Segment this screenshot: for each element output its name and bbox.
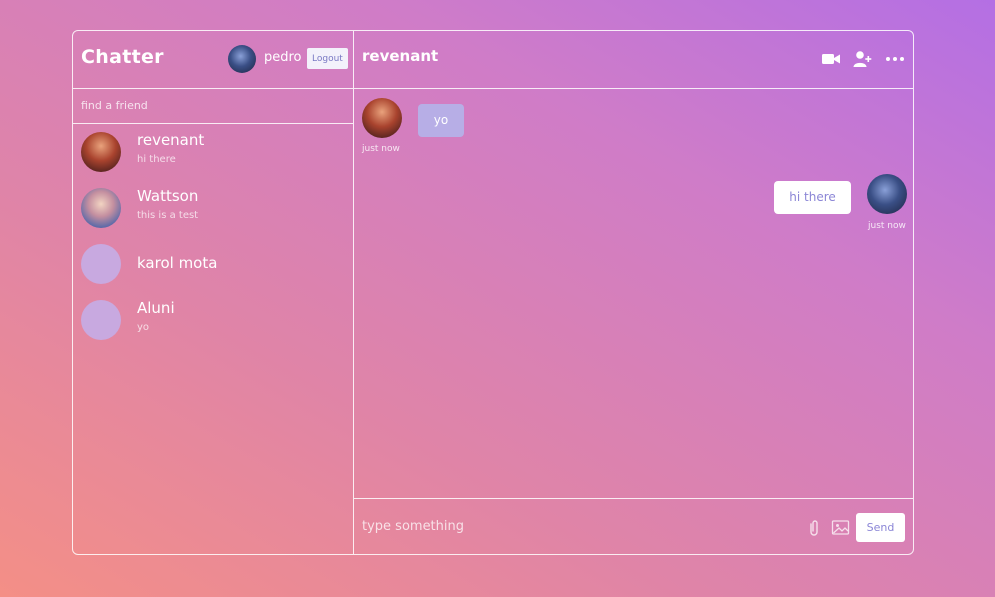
contact-name: revenant bbox=[362, 47, 439, 65]
sidebar-header: Chatter pedro Logout bbox=[73, 31, 353, 89]
chat-name: Wattson bbox=[137, 187, 199, 205]
avatar bbox=[867, 174, 907, 214]
search-bar bbox=[73, 89, 353, 124]
chat-name: Aluni bbox=[137, 299, 175, 317]
logout-button[interactable]: Logout bbox=[307, 48, 348, 69]
avatar bbox=[81, 188, 121, 228]
avatar bbox=[81, 300, 121, 340]
app-logo-text: Chatter bbox=[81, 46, 164, 68]
chat-list-item-aluni[interactable]: Aluni yo bbox=[73, 292, 353, 348]
avatar bbox=[81, 132, 121, 172]
sidebar: Chatter pedro Logout revenant hi there W… bbox=[73, 31, 354, 554]
chat-last-message: yo bbox=[137, 322, 150, 333]
incoming-message-bubble: yo bbox=[418, 104, 464, 137]
image-icon[interactable] bbox=[831, 518, 851, 536]
video-camera-icon[interactable] bbox=[821, 49, 841, 69]
find-friend-input[interactable] bbox=[73, 89, 353, 122]
message-input[interactable] bbox=[354, 499, 784, 553]
avatar bbox=[362, 98, 402, 138]
send-button[interactable]: Send bbox=[856, 513, 905, 542]
conversation-header: revenant bbox=[354, 31, 913, 89]
conversation-panel: revenant yo just now hi there just now t… bbox=[354, 31, 913, 554]
chat-name: revenant bbox=[137, 131, 205, 149]
outgoing-message-bubble: hi there bbox=[774, 181, 851, 214]
more-options-icon[interactable] bbox=[885, 49, 905, 69]
chat-app-window: Chatter pedro Logout revenant hi there W… bbox=[72, 30, 914, 555]
paperclip-icon[interactable] bbox=[807, 519, 821, 537]
chat-list-item-revenant[interactable]: revenant hi there bbox=[73, 124, 353, 180]
message-timestamp: just now bbox=[868, 221, 906, 231]
message-timestamp: just now bbox=[362, 144, 400, 154]
chat-list-item-wattson[interactable]: Wattson this is a test bbox=[73, 180, 353, 236]
avatar bbox=[81, 244, 121, 284]
chat-last-message: hi there bbox=[137, 154, 176, 165]
message-thread: yo just now hi there just now bbox=[354, 88, 913, 499]
message-composer: Send bbox=[354, 498, 913, 554]
chat-name: karol mota bbox=[137, 254, 218, 272]
chat-list-item-karol-mota[interactable]: karol mota bbox=[73, 236, 353, 292]
current-user-name: pedro bbox=[264, 50, 302, 65]
add-user-icon[interactable] bbox=[852, 49, 872, 69]
chat-last-message: this is a test bbox=[137, 210, 199, 221]
current-user-avatar bbox=[228, 45, 256, 73]
